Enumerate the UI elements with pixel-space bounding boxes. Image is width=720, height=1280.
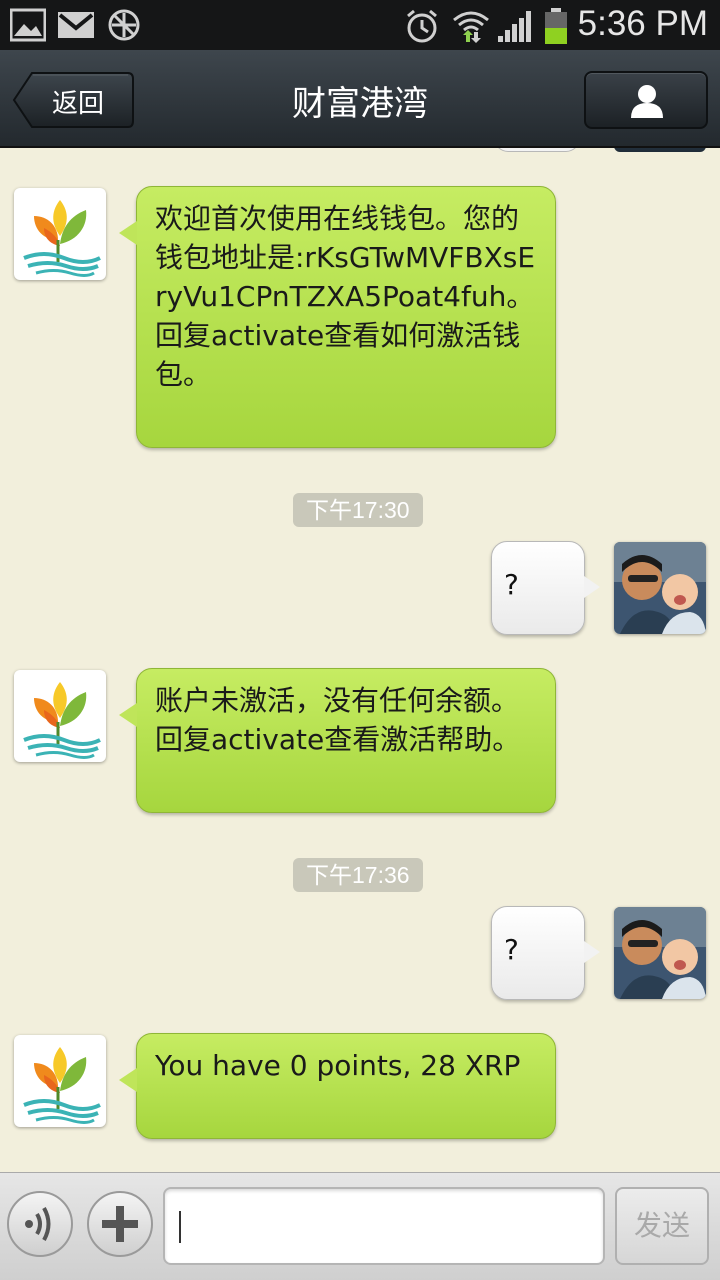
outgoing-message[interactable]: ? [491, 541, 600, 635]
voice-button[interactable] [7, 1191, 73, 1257]
text-caret [179, 1211, 181, 1243]
bot-avatar[interactable] [14, 1035, 106, 1127]
user-photo-icon [614, 542, 706, 634]
send-button[interactable]: 发送 [615, 1187, 709, 1265]
back-button[interactable]: 返回 [12, 71, 135, 129]
bot-avatar[interactable] [14, 188, 106, 280]
person-icon [631, 85, 663, 118]
input-bar: 发送 [0, 1172, 720, 1280]
incoming-message[interactable]: You have 0 points, 28 XRP [119, 1033, 556, 1139]
wifi-icon [453, 11, 489, 43]
incoming-message[interactable]: 欢迎首次使用在线钱包。您的钱包地址是:rKsGTwMVFBXsEryVu1CPn… [119, 186, 556, 448]
bot-avatar[interactable] [14, 670, 106, 762]
user-avatar[interactable] [614, 542, 706, 634]
gallery-icon [10, 8, 46, 42]
alarm-icon [407, 9, 437, 43]
plus-button[interactable] [87, 1191, 153, 1257]
lotus-logo-icon [23, 1047, 101, 1124]
status-time: 5:36 PM [577, 4, 708, 43]
gmail-icon [58, 12, 94, 38]
user-photo-icon [614, 907, 706, 999]
lotus-logo-icon [23, 682, 101, 759]
app-icon [108, 9, 140, 41]
profile-button[interactable] [584, 71, 708, 129]
incoming-message[interactable]: 账户未激活，没有任何余额。回复activate查看激活帮助。 [119, 668, 556, 813]
lotus-logo-icon [23, 200, 101, 277]
message-input[interactable] [163, 1187, 605, 1265]
timestamp: 下午17:30 [293, 493, 423, 527]
status-bar: 5:36 PM [0, 0, 720, 50]
message-list[interactable]: 欢迎首次使用在线钱包。您的钱包地址是:rKsGTwMVFBXsEryVu1CPn… [0, 148, 720, 1172]
previous-avatar [614, 148, 706, 152]
back-label: 返回 [52, 89, 105, 119]
voice-icon [25, 1207, 51, 1241]
timestamp: 下午17:36 [293, 858, 423, 892]
page-title: 财富港湾 [292, 84, 428, 124]
title-bar: 返回 财富港湾 [0, 50, 720, 148]
plus-icon [102, 1206, 138, 1242]
user-avatar[interactable] [614, 907, 706, 999]
previous-bubble [494, 148, 580, 152]
signal-icon [498, 11, 531, 42]
battery-icon [545, 8, 567, 44]
outgoing-message[interactable]: ? [491, 906, 600, 1000]
